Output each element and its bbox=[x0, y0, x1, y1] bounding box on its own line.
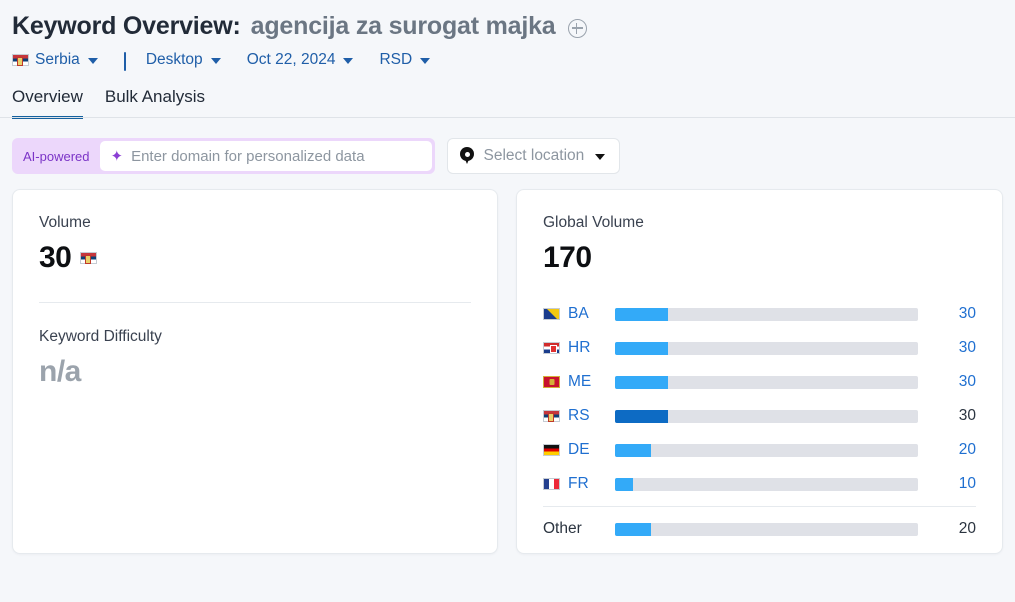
volume-bar-track bbox=[615, 522, 918, 536]
sparkle-icon: ✦ bbox=[110, 147, 124, 165]
volume-bar-fill bbox=[615, 522, 651, 536]
volume-value-me[interactable]: 30 bbox=[936, 373, 976, 391]
page-title-keyword: agencija za surogat majka bbox=[250, 12, 556, 40]
volume-bar-fill bbox=[615, 409, 669, 423]
country-code-me[interactable]: ME bbox=[568, 373, 591, 391]
country-code-fr[interactable]: FR bbox=[568, 475, 589, 493]
page-title: Keyword Overview: agencija za surogat ma… bbox=[0, 0, 1015, 41]
volume-row: HR 30 bbox=[543, 331, 976, 365]
global-volume-value: 170 bbox=[543, 241, 592, 274]
currency-label: RSD bbox=[379, 51, 413, 68]
country-code-ba[interactable]: BA bbox=[568, 305, 589, 323]
keyword-difficulty-block: Keyword Difficulty n/a bbox=[39, 303, 471, 389]
location-selector[interactable]: Select location bbox=[447, 138, 621, 174]
global-volume-label: Global Volume bbox=[543, 214, 644, 231]
page-title-prefix: Keyword Overview: bbox=[12, 12, 241, 40]
volume-bar-fill bbox=[615, 375, 669, 389]
volume-bar-track bbox=[615, 443, 918, 457]
chevron-down-icon bbox=[87, 58, 98, 64]
date-label: Oct 22, 2024 bbox=[246, 51, 336, 68]
volume-value-row: 30 bbox=[39, 241, 471, 275]
volume-bar-track bbox=[615, 477, 918, 491]
monitor-icon bbox=[123, 51, 140, 71]
database-selector[interactable]: Serbia bbox=[12, 51, 98, 69]
tab-divider bbox=[0, 117, 1015, 118]
volume-label: Volume bbox=[39, 214, 91, 231]
country-code-hr[interactable]: HR bbox=[568, 339, 590, 357]
personalization-bar: AI-powered ✦ Select location bbox=[0, 118, 1015, 174]
volume-row: ME 30 bbox=[543, 365, 976, 399]
country-code-other: Other bbox=[543, 520, 582, 537]
device-selector[interactable]: Desktop bbox=[123, 51, 221, 71]
map-pin-icon bbox=[460, 147, 475, 165]
filter-summary-row: Serbia Desktop Oct 22, 2024 RSD bbox=[0, 41, 1015, 71]
flag-hr-icon bbox=[543, 342, 560, 354]
volume-bar-track bbox=[615, 341, 918, 355]
country-cell: ME bbox=[543, 373, 615, 391]
volume-row: RS 30 bbox=[543, 399, 976, 433]
plus-circle-icon[interactable] bbox=[567, 19, 587, 38]
country-cell: RS bbox=[543, 407, 615, 425]
flag-fr-icon bbox=[543, 478, 560, 490]
country-code-rs[interactable]: RS bbox=[568, 407, 590, 425]
volume-bar-track bbox=[615, 375, 918, 389]
volume-card: Volume 30 Keyword Difficulty n/a bbox=[12, 189, 498, 554]
volume-bar-track bbox=[615, 409, 918, 423]
volume-bar-fill bbox=[615, 307, 669, 321]
ai-domain-field: AI-powered ✦ bbox=[12, 138, 436, 174]
volume-row: FR 10 bbox=[543, 467, 976, 501]
domain-input-wrapper[interactable]: ✦ bbox=[100, 141, 433, 171]
device-label: Desktop bbox=[145, 51, 203, 68]
country-cell: Other bbox=[543, 520, 615, 538]
domain-input[interactable] bbox=[131, 147, 421, 165]
volume-list-divider bbox=[543, 506, 976, 507]
tab-overview[interactable]: Overview bbox=[12, 87, 83, 119]
chevron-down-icon bbox=[420, 58, 431, 64]
flag-ba-icon bbox=[543, 308, 560, 320]
volume-bar-track bbox=[615, 307, 918, 321]
volume-value-ba[interactable]: 30 bbox=[936, 305, 976, 323]
volume-row: DE 20 bbox=[543, 433, 976, 467]
volume-bar-fill bbox=[615, 477, 633, 491]
flag-rs-icon bbox=[80, 252, 98, 264]
volume-row-other: Other 20 bbox=[543, 512, 976, 546]
volume-value-hr[interactable]: 30 bbox=[936, 339, 976, 357]
tab-bulk-analysis[interactable]: Bulk Analysis bbox=[105, 87, 205, 118]
volume-value-other: 20 bbox=[958, 520, 976, 537]
tab-bar: Overview Bulk Analysis bbox=[0, 69, 1015, 119]
keyword-difficulty-value: n/a bbox=[39, 355, 81, 388]
database-label: Serbia bbox=[35, 51, 80, 68]
volume-value: 30 bbox=[39, 241, 72, 274]
volume-row: BA 30 bbox=[543, 297, 976, 331]
location-label: Select location bbox=[483, 147, 585, 164]
cards-container: Volume 30 Keyword Difficulty n/a Global … bbox=[0, 174, 1015, 554]
ai-powered-badge: AI-powered bbox=[23, 148, 90, 164]
volume-value-de[interactable]: 20 bbox=[936, 441, 976, 459]
keyword-difficulty-label: Keyword Difficulty bbox=[39, 328, 162, 345]
flag-me-icon bbox=[543, 376, 560, 388]
chevron-down-icon bbox=[343, 58, 354, 64]
country-code-de[interactable]: DE bbox=[568, 441, 590, 459]
volume-bar-fill bbox=[615, 341, 669, 355]
global-volume-card: Global Volume 170 BA 30 HR 30 ME 30 RS 30 DE 20 FR… bbox=[516, 189, 1003, 554]
country-cell: FR bbox=[543, 475, 615, 493]
country-cell: BA bbox=[543, 305, 615, 323]
currency-selector[interactable]: RSD bbox=[379, 51, 431, 69]
volume-bar-fill bbox=[615, 443, 651, 457]
flag-de-icon bbox=[543, 444, 560, 456]
volume-value-fr[interactable]: 10 bbox=[936, 475, 976, 493]
flag-rs-icon bbox=[543, 410, 560, 422]
chevron-down-icon bbox=[595, 154, 606, 160]
date-selector[interactable]: Oct 22, 2024 bbox=[247, 51, 354, 69]
country-cell: DE bbox=[543, 441, 615, 459]
flag-rs-icon bbox=[12, 54, 29, 66]
country-cell: HR bbox=[543, 339, 615, 357]
country-volume-list: BA 30 HR 30 ME 30 RS 30 DE 20 FR 10 Other 20 bbox=[543, 297, 976, 546]
keyword-overview-page: Keyword Overview: agencija za surogat ma… bbox=[0, 0, 1015, 602]
chevron-down-icon bbox=[210, 58, 221, 64]
volume-value-rs: 30 bbox=[958, 407, 976, 424]
